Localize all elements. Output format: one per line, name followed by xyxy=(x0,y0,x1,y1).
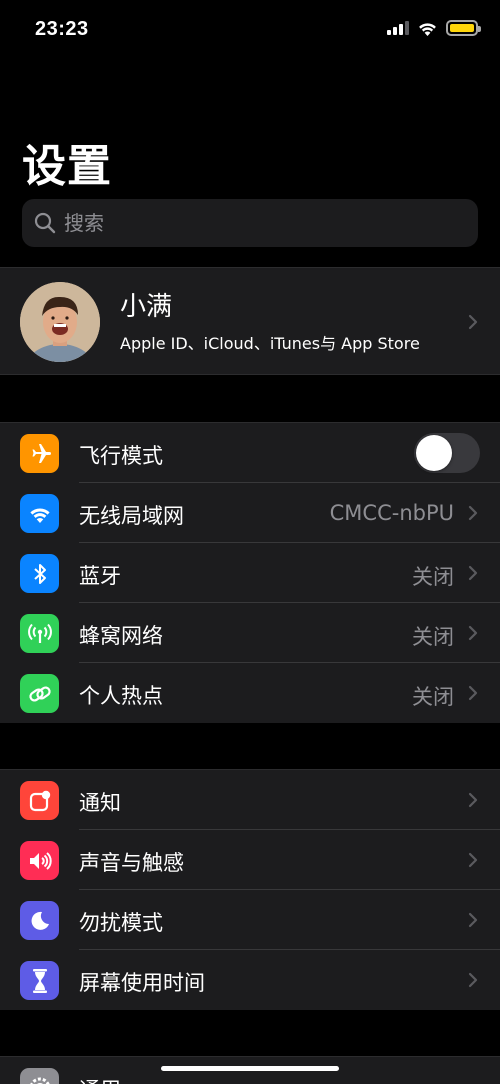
status-icons xyxy=(387,20,478,36)
wifi-network-value: CMCC-nbPU xyxy=(330,501,454,525)
notifications-icon xyxy=(20,781,59,820)
bluetooth-status-value: 关闭 xyxy=(412,561,454,591)
search-input[interactable] xyxy=(62,210,446,236)
row-label: 通知 xyxy=(79,787,121,817)
home-indicator[interactable] xyxy=(161,1066,339,1071)
profile-name: 小满 xyxy=(120,286,172,323)
hourglass-icon xyxy=(20,961,59,1000)
hotspot-status-value: 关闭 xyxy=(412,681,454,711)
settings-row-cellular[interactable]: 蜂窝网络 关闭 xyxy=(0,603,500,663)
battery-icon xyxy=(446,20,478,36)
hotspot-icon xyxy=(20,674,59,713)
profile-subtitle: Apple ID、iCloud、iTunes与 App Store xyxy=(120,330,420,354)
bluetooth-icon xyxy=(20,554,59,593)
chevron-right-icon xyxy=(468,792,478,808)
row-label: 无线局域网 xyxy=(79,500,184,530)
row-label: 声音与触感 xyxy=(79,847,184,877)
settings-row-hotspot[interactable]: 个人热点 关闭 xyxy=(0,663,500,723)
chevron-right-icon xyxy=(468,625,478,641)
moon-icon xyxy=(20,901,59,940)
search-icon xyxy=(34,212,56,234)
chevron-right-icon xyxy=(468,565,478,581)
settings-row-wifi[interactable]: 无线局域网 CMCC-nbPU xyxy=(0,483,500,543)
apple-id-profile[interactable] xyxy=(0,267,500,375)
row-label: 屏幕使用时间 xyxy=(79,967,205,997)
settings-row-airplane-mode[interactable]: 飞行模式 xyxy=(0,423,500,483)
chevron-right-icon xyxy=(468,972,478,988)
settings-row-sounds[interactable]: 声音与触感 xyxy=(0,830,500,890)
chevron-right-icon xyxy=(468,685,478,701)
airplane-mode-toggle[interactable] xyxy=(414,433,480,473)
avatar xyxy=(20,282,100,362)
settings-row-notifications[interactable]: 通知 xyxy=(0,770,500,830)
row-label: 蜂窝网络 xyxy=(79,620,163,650)
wifi-status-icon xyxy=(417,21,438,36)
row-label: 勿扰模式 xyxy=(79,907,163,937)
status-time: 23:23 xyxy=(35,18,89,41)
connectivity-group: 飞行模式 无线局域网 CMCC-nbPU 蓝牙 关闭 xyxy=(0,422,500,723)
page-title: 设置 xyxy=(22,130,112,194)
wifi-icon xyxy=(20,494,59,533)
row-label: 飞行模式 xyxy=(79,440,163,470)
airplane-icon xyxy=(20,434,59,473)
row-label: 个人热点 xyxy=(79,680,163,710)
gear-icon xyxy=(20,1068,59,1084)
cellular-status-value: 关闭 xyxy=(412,621,454,651)
settings-row-do-not-disturb[interactable]: 勿扰模式 xyxy=(0,890,500,950)
notifications-group: 通知 声音与触感 勿扰模式 xyxy=(0,769,500,1010)
cellular-signal-icon xyxy=(387,21,409,35)
status-bar: 23:23 xyxy=(0,0,500,60)
search-bar[interactable] xyxy=(22,199,478,247)
chevron-right-icon xyxy=(468,314,478,330)
settings-row-bluetooth[interactable]: 蓝牙 关闭 xyxy=(0,543,500,603)
chevron-right-icon xyxy=(468,505,478,521)
settings-row-screen-time[interactable]: 屏幕使用时间 xyxy=(0,950,500,1010)
row-label: 蓝牙 xyxy=(79,560,121,590)
chevron-right-icon xyxy=(468,912,478,928)
cellular-icon xyxy=(20,614,59,653)
sound-icon xyxy=(20,841,59,880)
chevron-right-icon xyxy=(468,852,478,868)
